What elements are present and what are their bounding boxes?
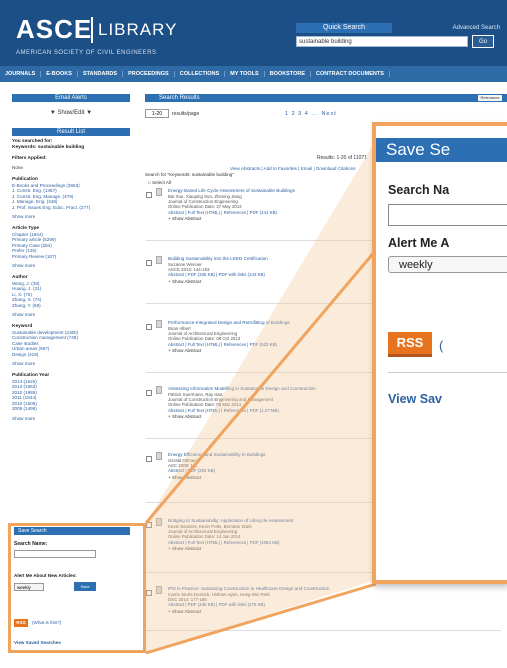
save-search-button[interactable]: Save Search	[74, 582, 96, 598]
document-icon	[156, 386, 162, 394]
rss-button[interactable]: RSS	[14, 619, 28, 627]
nav-item-journals[interactable]: JOURNALS	[0, 71, 42, 77]
result-divider	[146, 630, 501, 631]
what-is-rss-link[interactable]: (What is this?)	[32, 620, 61, 625]
result-checkbox[interactable]	[146, 390, 152, 396]
chevron-down-icon: ▼	[86, 110, 93, 116]
results-toolbar[interactable]: View Abstracts | Add to Favorites | Emai…	[230, 166, 356, 171]
results-per-page-label: results/page	[172, 111, 200, 117]
quick-search-box: Quick Search Advanced Search sustainable…	[296, 23, 503, 57]
zoom-save-search-heading: Save Se	[376, 138, 507, 162]
facet-item[interactable]: Zhang, Y. (69)	[12, 303, 132, 309]
advanced-search-link[interactable]: Advanced Search	[424, 23, 500, 33]
nav-item-contract-documents[interactable]: CONTRACT DOCUMENTS	[311, 71, 390, 77]
sort-select[interactable]: Relevance	[478, 95, 502, 101]
pagination[interactable]: 1 2 3 4 ... Next	[285, 111, 337, 117]
result-checkbox[interactable]	[146, 590, 152, 596]
select-all-checkbox[interactable]: □ Select All	[148, 180, 171, 185]
logo-separator	[91, 17, 93, 43]
asce-logo[interactable]: ASCE	[16, 14, 92, 45]
show-abstract-label: Show Abstract	[171, 608, 202, 614]
search-name-label: Search Name:	[14, 541, 48, 547]
show-more-link[interactable]: Show more	[12, 263, 132, 269]
document-icon	[156, 188, 162, 196]
show-abstract-label: Show Abstract	[171, 414, 202, 420]
show-edit-label: Show/Edit	[57, 110, 85, 116]
zoomed-save-search-panel: Save Se Search Na Alert Me A weekly RSS …	[372, 122, 507, 584]
site-header: ASCE LIBRARY AMERICAN SOCIETY OF CIVIL E…	[0, 0, 507, 66]
zoom-divider	[388, 372, 507, 373]
select-all-label: Select All	[152, 180, 171, 185]
zoom-alert-frequency-select[interactable]: weekly	[388, 256, 507, 273]
nav-item-bookstore[interactable]: BOOKSTORE	[265, 71, 312, 77]
show-more-link[interactable]: Show more	[12, 214, 132, 220]
show-more-link[interactable]: Show more	[12, 416, 132, 422]
search-query-summary: Search for "Keywords: sustainable buildi…	[145, 172, 234, 177]
result-checkbox[interactable]	[146, 522, 152, 528]
quick-search-title: Quick Search	[296, 23, 392, 33]
show-more-link[interactable]: Show more	[12, 361, 132, 367]
document-icon	[156, 320, 162, 328]
search-name-input[interactable]	[14, 550, 96, 558]
filter-sidebar: You searched for: Keywords: sustainable …	[12, 139, 132, 421]
zoom-alert-label: Alert Me A	[388, 236, 450, 250]
nav-item-ebooks[interactable]: E-BOOKS	[41, 71, 78, 77]
result-list-heading: Result List	[12, 128, 130, 136]
document-icon	[156, 518, 162, 526]
logo-subtitle: AMERICAN SOCIETY OF CIVIL ENGINEERS	[16, 50, 157, 56]
zoom-rss-button[interactable]: RSS	[388, 332, 432, 357]
show-abstract-label: Show Abstract	[171, 348, 202, 354]
results-per-page-select[interactable]: 1-20	[145, 109, 169, 118]
filters-applied-label: Filters Applied:	[12, 156, 47, 161]
show-abstract-label: Show Abstract	[171, 278, 202, 284]
main-nav: JOURNALS E-BOOKS STANDARDS PROCEEDINGS C…	[0, 66, 507, 82]
nav-item-proceedings[interactable]: PROCEEDINGS	[123, 71, 175, 77]
library-logo-text[interactable]: LIBRARY	[98, 20, 177, 40]
result-checkbox[interactable]	[146, 192, 152, 198]
show-edit-toggle[interactable]: ▼ Show/Edit ▼	[12, 110, 130, 116]
result-checkbox[interactable]	[146, 324, 152, 330]
document-icon	[156, 452, 162, 460]
alert-frequency-label: Alert Me About New Articles:	[14, 573, 77, 578]
facet-item[interactable]: Design (419)	[12, 352, 132, 358]
email-alerts-heading: Email Alerts	[12, 94, 130, 102]
facet-item[interactable]: J. Prof. Issues Eng. Educ. Pract. (277)	[12, 205, 132, 211]
show-abstract-toggle[interactable]: + Show Abstract	[168, 608, 498, 616]
searched-for-value: Keywords: sustainable building	[12, 145, 85, 150]
show-abstract-label: Show Abstract	[171, 546, 202, 552]
filters-applied-value: None	[12, 165, 23, 170]
zoom-search-name-input[interactable]	[388, 204, 507, 226]
nav-item-my-tools[interactable]: MY TOOLS	[225, 71, 265, 77]
view-saved-searches-link[interactable]: View Saved Searches	[14, 640, 61, 645]
show-abstract-label: Show Abstract	[171, 216, 202, 222]
result-checkbox[interactable]	[146, 260, 152, 266]
document-icon	[156, 256, 162, 264]
nav-item-collections[interactable]: COLLECTIONS	[175, 71, 226, 77]
quick-search-go-button[interactable]: Go	[472, 35, 494, 48]
show-more-link[interactable]: Show more	[12, 312, 132, 318]
search-results-heading: Search Results	[145, 94, 507, 102]
save-search-heading: Save Search	[14, 527, 130, 535]
document-icon	[156, 586, 162, 594]
results-count: Results: 1-20 of 11071	[317, 155, 367, 161]
zoom-view-saved-searches-link[interactable]: View Sav	[388, 392, 442, 406]
zoom-search-name-label: Search Na	[388, 183, 450, 197]
zoom-what-is-rss-link[interactable]: (	[439, 338, 443, 353]
chevron-down-icon: ▼	[49, 110, 56, 116]
nav-item-standards[interactable]: STANDARDS	[78, 71, 124, 77]
show-abstract-label: Show Abstract	[171, 474, 202, 480]
quick-search-input[interactable]: sustainable building	[296, 36, 468, 47]
alert-frequency-select[interactable]: weekly	[14, 583, 44, 591]
facet-item[interactable]: Primary Review (107)	[12, 254, 132, 260]
result-checkbox[interactable]	[146, 456, 152, 462]
facet-item[interactable]: 2009 (1498)	[12, 406, 132, 412]
